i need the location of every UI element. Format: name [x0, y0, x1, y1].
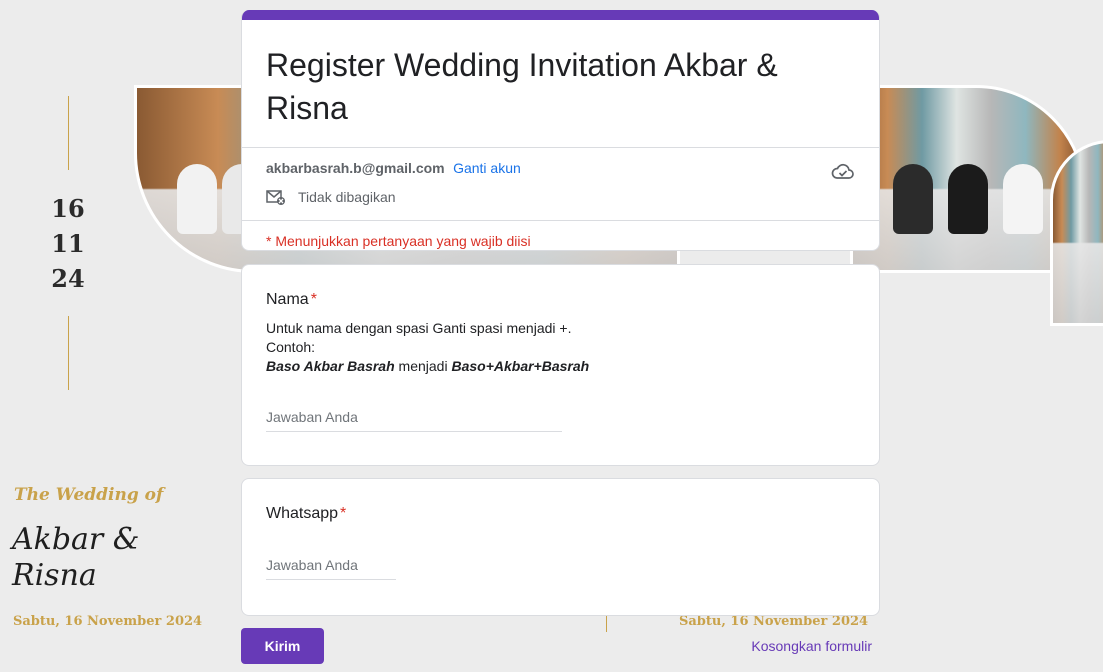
date-year: 24 — [51, 264, 85, 293]
photo-figure — [177, 163, 217, 234]
question-card-whatsapp: Whatsapp * — [241, 478, 880, 616]
example-mid: menjadi — [398, 358, 448, 374]
question-title: Whatsapp * — [266, 505, 855, 523]
event-date-left: Sabtu, 16 November 2024 — [13, 614, 203, 629]
decor-line-bottom — [68, 316, 69, 390]
description-example: Baso Akbar Basrah menjadi Baso+Akbar+Bas… — [266, 357, 855, 376]
required-note: * Menunjukkan pertanyaan yang wajib diis… — [266, 233, 531, 249]
couple-photo-far-right — [1050, 140, 1103, 326]
description-line: Contoh: — [266, 339, 316, 355]
description-line: Untuk nama dengan spasi Ganti spasi menj… — [266, 320, 572, 336]
switch-account-link[interactable]: Ganti akun — [453, 160, 521, 176]
decor-line-mid — [606, 614, 607, 632]
mail-blocked-icon — [266, 190, 285, 205]
not-shared-label: Tidak dibagikan — [298, 189, 396, 205]
question-description: Untuk nama dengan spasi Ganti spasi menj… — [266, 319, 855, 376]
couple-names: Akbar & Risna — [12, 522, 140, 593]
photo-figure — [1003, 163, 1043, 234]
form-accent-bar — [242, 10, 879, 20]
date-day: 16 — [51, 194, 85, 223]
form-header-card: Register Wedding Invitation Akbar & Risn… — [241, 10, 880, 251]
wedding-of-label: The Wedding of — [14, 485, 164, 505]
required-asterisk: * — [340, 505, 347, 522]
date-month: 11 — [51, 229, 85, 258]
cloud-saved-icon[interactable] — [831, 162, 855, 182]
event-date-right: Sabtu, 16 November 2024 — [679, 614, 869, 629]
submit-button[interactable]: Kirim — [241, 628, 324, 664]
decor-line-top — [68, 96, 69, 170]
example-to: Baso+Akbar+Basrah — [451, 358, 590, 374]
form-title: Register Wedding Invitation Akbar & Risn… — [266, 47, 778, 126]
required-asterisk: * — [310, 291, 317, 308]
question-title-text: Nama — [266, 291, 309, 308]
question-card-name: Nama * Untuk nama dengan spasi Ganti spas… — [241, 264, 880, 466]
name-input[interactable] — [266, 403, 562, 432]
clear-form-button[interactable]: Kosongkan formulir — [751, 638, 872, 654]
question-title: Nama * — [266, 291, 855, 309]
not-shared-row: Tidak dibagikan — [266, 188, 855, 206]
question-title-text: Whatsapp — [266, 505, 339, 522]
photo-figure — [948, 163, 988, 234]
photo-figure — [893, 163, 933, 234]
account-row: akbarbasrah.b@gmail.com Ganti akun Tidak… — [242, 148, 879, 220]
whatsapp-input[interactable] — [266, 551, 396, 580]
account-email: akbarbasrah.b@gmail.com — [266, 160, 445, 176]
example-from: Baso Akbar Basrah — [266, 358, 395, 374]
